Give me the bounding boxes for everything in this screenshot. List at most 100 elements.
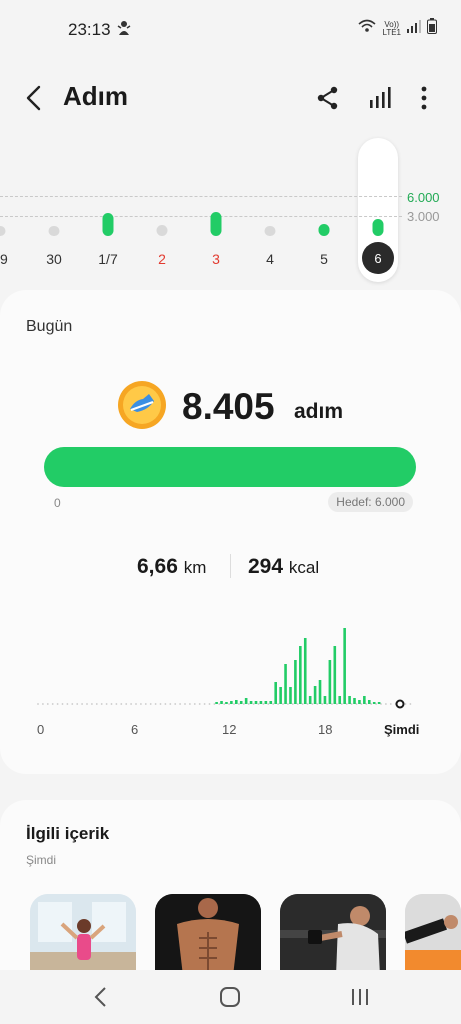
baseline-dot bbox=[350, 703, 353, 705]
dumbbell-row-image bbox=[280, 894, 386, 976]
day-column-30[interactable]: 30 bbox=[31, 136, 77, 286]
hourly-steps-plot bbox=[37, 628, 412, 709]
related-content-card: İlgili içerik Şimdi bbox=[0, 800, 461, 980]
baseline-dot bbox=[169, 703, 172, 705]
baseline-dot bbox=[252, 703, 255, 705]
steps-unit: adım bbox=[294, 400, 344, 423]
hourly-bar bbox=[284, 664, 287, 704]
baseline-dot bbox=[71, 703, 74, 705]
hourly-bar bbox=[377, 702, 381, 704]
now-marker bbox=[395, 699, 405, 709]
baseline-dot bbox=[95, 703, 98, 705]
calories-value: 294 bbox=[248, 555, 284, 578]
baseline-dot bbox=[272, 703, 275, 705]
baseline-dot bbox=[316, 703, 319, 705]
baseline-dot bbox=[389, 703, 392, 705]
baseline-dot bbox=[331, 703, 333, 705]
related-subtitle: Şimdi bbox=[26, 853, 57, 867]
status-time: 23:13 bbox=[68, 20, 111, 39]
baseline-dot bbox=[326, 703, 328, 705]
statistics-button[interactable] bbox=[366, 84, 394, 112]
baseline-dot bbox=[110, 703, 113, 705]
nav-home-button[interactable] bbox=[215, 984, 245, 1010]
baseline-dot bbox=[193, 703, 196, 705]
distance-value: 6,66 bbox=[137, 555, 178, 578]
day-column-5[interactable]: 5 bbox=[301, 136, 347, 286]
hourly-bar bbox=[372, 702, 376, 704]
more-options-button[interactable] bbox=[414, 84, 434, 112]
hourly-bar bbox=[269, 701, 273, 704]
back-icon bbox=[26, 85, 41, 111]
hourly-bar bbox=[343, 628, 346, 704]
nav-back-button[interactable] bbox=[87, 984, 117, 1010]
baseline-dot bbox=[365, 703, 368, 705]
day-column-4[interactable]: 4 bbox=[247, 136, 293, 286]
related-thumbnail-yoga[interactable] bbox=[30, 894, 136, 976]
baseline-dot bbox=[223, 703, 226, 705]
baseline-dot bbox=[203, 703, 206, 705]
app-bar: Adım bbox=[0, 68, 461, 128]
day-bar bbox=[372, 219, 384, 236]
hourly-bar bbox=[259, 701, 263, 704]
hourly-bar bbox=[249, 701, 253, 704]
related-thumbnail-abs[interactable] bbox=[155, 894, 261, 976]
baseline-dot bbox=[105, 703, 108, 705]
baseline-dot bbox=[46, 703, 49, 705]
baseline-dot bbox=[291, 703, 294, 705]
baseline-dot bbox=[409, 703, 412, 705]
hour-label-6: 6 bbox=[131, 722, 139, 737]
baseline-dot bbox=[115, 703, 118, 705]
hourly-bar bbox=[333, 646, 337, 704]
hourly-bar bbox=[239, 701, 243, 704]
baseline-dot bbox=[135, 703, 137, 705]
hourly-bar bbox=[348, 696, 351, 704]
day-column-29[interactable]: 29 bbox=[0, 136, 23, 286]
baseline-dot bbox=[345, 703, 348, 705]
day-column-2[interactable]: 2 bbox=[139, 136, 185, 286]
baseline-dot bbox=[228, 703, 231, 705]
hourly-bar bbox=[308, 696, 312, 704]
baseline-dot bbox=[385, 703, 387, 705]
baseline-dot bbox=[340, 703, 343, 705]
day-bar bbox=[0, 226, 6, 236]
hourly-bar bbox=[274, 682, 277, 704]
hourly-bar bbox=[328, 660, 332, 704]
day-column-3[interactable]: 3 bbox=[193, 136, 239, 286]
share-button[interactable] bbox=[314, 84, 342, 112]
hourly-bar bbox=[235, 700, 238, 704]
baseline-dot bbox=[360, 703, 363, 705]
nav-recents-button[interactable] bbox=[345, 984, 375, 1010]
day-label: 2 bbox=[158, 251, 166, 267]
progress-zero-label: 0 bbox=[54, 496, 61, 510]
related-thumbnail-dumbbell[interactable] bbox=[280, 894, 386, 976]
signal-icon bbox=[407, 19, 421, 38]
baseline-dot bbox=[144, 703, 147, 705]
status-bar: 23:13 Vo)) LTE1 bbox=[0, 0, 461, 56]
hourly-bar bbox=[289, 687, 292, 704]
baseline-dot bbox=[267, 703, 270, 705]
day-label: 1/7 bbox=[98, 251, 118, 267]
baseline-dot bbox=[277, 703, 279, 705]
day-label: 5 bbox=[320, 251, 328, 267]
day-bar bbox=[156, 224, 168, 236]
steps-progress-bar bbox=[44, 447, 416, 487]
day-label: 3 bbox=[212, 251, 220, 267]
day-column-1-7[interactable]: 1/7 bbox=[85, 136, 131, 286]
baseline-dot bbox=[154, 703, 157, 705]
half-goal-axis-label: 3.000 bbox=[407, 209, 440, 224]
selected-day-label[interactable]: 6 bbox=[362, 242, 394, 274]
distance-unit: km bbox=[183, 558, 207, 577]
back-button[interactable] bbox=[20, 82, 50, 114]
notification-icon bbox=[116, 19, 132, 42]
hourly-bar bbox=[215, 702, 218, 704]
day-label: 30 bbox=[46, 251, 62, 267]
network-label: Vo)) LTE1 bbox=[382, 20, 401, 37]
card-title: Bugün bbox=[26, 318, 73, 335]
baseline-dot bbox=[120, 703, 123, 705]
hourly-bar bbox=[353, 698, 356, 704]
hourly-bar bbox=[363, 696, 366, 704]
hourly-bar bbox=[254, 701, 258, 704]
baseline-dot bbox=[174, 703, 177, 705]
baseline-dot bbox=[301, 703, 304, 705]
related-thumbnail-plank[interactable] bbox=[405, 894, 461, 976]
